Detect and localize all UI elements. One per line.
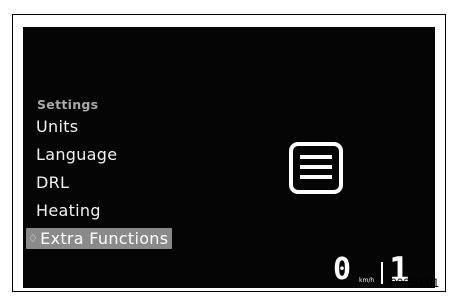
menu-item-extra-functions[interactable]: ♢ Extra Functions <box>26 228 173 249</box>
menu-item-units[interactable]: Units <box>36 117 78 136</box>
menu-list-icon-bar <box>300 155 332 159</box>
selection-marker-icon: ♢ <box>28 232 39 245</box>
menu-list-icon-bar <box>300 165 332 169</box>
menu-item-drl[interactable]: DRL <box>36 173 69 192</box>
menu-header: Settings <box>37 97 99 112</box>
menu-list-icon-bar <box>300 175 332 179</box>
menu-item-heating[interactable]: Heating <box>36 201 101 220</box>
menu-item-label: Extra Functions <box>40 229 169 248</box>
instrument-display: Settings Units Language DRL Heating ♢ Ex… <box>23 27 435 288</box>
menu-list-icon <box>289 142 343 194</box>
figure-reference-code: I00260-01 <box>387 278 439 290</box>
speed-divider <box>381 262 383 284</box>
speed-unit: km/h <box>359 277 375 284</box>
speed-value: 0 <box>333 252 352 287</box>
figure-frame: Settings Units Language DRL Heating ♢ Ex… <box>12 14 446 292</box>
menu-item-language[interactable]: Language <box>36 145 117 164</box>
